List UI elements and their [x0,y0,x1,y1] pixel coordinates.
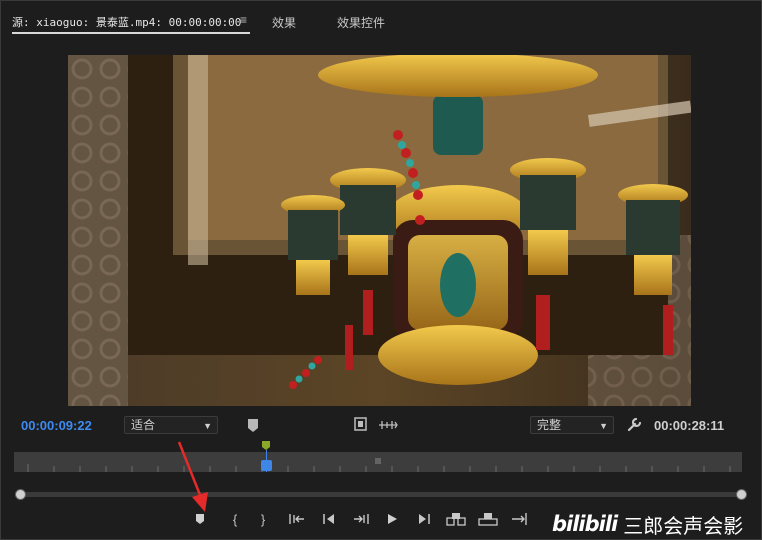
tab-source-monitor[interactable]: 源: xiaoguo: 景泰蓝.mp4: 00:00:00:00 [12,14,241,30]
step-forward-frame-icon [419,514,430,524]
go-to-in-icon [289,514,304,524]
step-forward-button[interactable] [413,509,435,529]
film-icon[interactable] [352,416,368,432]
zoom-scrollbar[interactable] [20,492,742,497]
video-frame-image [68,55,691,406]
chevron-down-icon: ▼ [203,421,212,431]
tab-bar: 源: xiaoguo: 景泰蓝.mp4: 00:00:00:00 ≡ 效果 效果… [0,0,762,42]
zoom-fit-select[interactable]: 适合 ▼ [124,416,218,434]
tab-effects[interactable]: 效果 [272,14,296,31]
current-timecode[interactable]: 00:00:09:22 [21,418,92,433]
tab-effect-controls[interactable]: 效果控件 [337,14,385,31]
play-icon [388,514,397,524]
step-back-icon [323,514,334,524]
watermark: bilibili 三郎会声会影 [552,510,743,538]
watermark-text: 三郎会声会影 [623,515,744,538]
duration-timecode: 00:00:28:11 [654,418,725,433]
active-tab-indicator [12,32,250,34]
video-preview[interactable] [68,55,691,406]
time-ruler[interactable] [14,452,742,472]
bilibili-logo: bilibili [552,512,618,536]
playhead-handle[interactable] [261,460,272,471]
export-frame-icon [512,513,527,525]
go-to-in-button[interactable] [286,509,308,529]
add-marker-icon[interactable] [246,417,260,433]
overwrite-button[interactable] [477,509,499,529]
insert-button[interactable] [445,509,467,529]
step-back-button[interactable] [318,509,340,529]
add-marker-button[interactable] [189,509,211,529]
tab-menu-icon[interactable]: ≡ [240,13,247,27]
chevron-down-icon: ▼ [599,421,608,431]
ruler-ticks [27,458,731,472]
mark-in-button[interactable]: { [224,509,246,529]
add-marker-icon [196,514,204,524]
playback-resolution-value: 完整 [537,418,562,432]
zoom-fit-value: 适合 [131,418,156,432]
marker-icon[interactable] [262,441,270,450]
go-to-out-icon [354,514,369,524]
play-button[interactable] [381,509,403,529]
zoom-handle-right[interactable] [736,489,747,500]
playback-resolution-select[interactable]: 完整 ▼ [530,416,614,434]
mark-out-button[interactable]: } [252,509,274,529]
zoom-handle-left[interactable] [15,489,26,500]
wrench-icon[interactable] [626,416,642,432]
insert-icon [446,513,466,526]
multi-camera-icon[interactable] [377,417,399,433]
overwrite-icon [478,513,498,526]
go-to-out-button[interactable] [350,509,372,529]
export-frame-button[interactable] [509,509,531,529]
